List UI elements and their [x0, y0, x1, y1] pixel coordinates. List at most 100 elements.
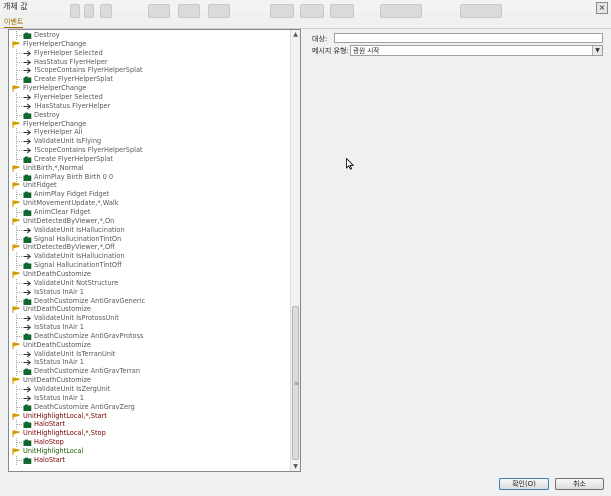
tree-connector	[16, 229, 22, 231]
tree-event-row[interactable]: UnitHighlightLocal,*,Start	[9, 412, 292, 421]
tree-row-label: UnitFidget	[23, 181, 57, 190]
condition-arrow-icon	[23, 315, 32, 322]
tree-child-row[interactable]: IsStatus InAir 1	[9, 287, 292, 297]
tree-connector	[16, 150, 22, 152]
tree-row-label: ValidateUnit IsTerranUnit	[34, 349, 116, 358]
tree-child-row[interactable]: AnimClear Fidget	[9, 208, 292, 217]
tree-child-row[interactable]: ValidateUnit IsProtossUnit	[9, 314, 292, 324]
tree-child-row[interactable]: !HasStatus FlyerHelper	[9, 101, 292, 111]
tree-event-row[interactable]: UnitDeathCustomize	[9, 341, 292, 350]
tree-row-label: UnitHighlightLocal,*,Stop	[23, 429, 106, 438]
tree-row-label: UnitHighlightLocal,*,Start	[23, 411, 107, 420]
tree-child-row[interactable]: Create FlyerHelperSplat	[9, 75, 292, 85]
tree-connector	[16, 212, 22, 213]
tree-connector	[16, 70, 22, 72]
tree-child-row[interactable]: FlyerHelper All	[9, 128, 292, 138]
scroll-up-arrow-icon[interactable]: ▲	[291, 30, 300, 39]
tree-child-row[interactable]: ValidateUnit IsFlying	[9, 137, 292, 147]
tree-child-row[interactable]: ValidateUnit IsHallucination	[9, 252, 292, 262]
tree-child-row[interactable]: ValidateUnit IsTerranUnit	[9, 349, 292, 359]
tree-event-row[interactable]: UnitFidget	[9, 181, 292, 190]
tree-row-label: DeathCustomize AntiGravTerran	[34, 367, 141, 376]
tree-child-row[interactable]: HaloStart	[9, 455, 292, 465]
tree-child-row[interactable]: AnimPlay Fidget Fidget	[9, 190, 292, 200]
tree-connector	[16, 105, 22, 107]
tree-child-row[interactable]: Signal HallucinationTintOn	[9, 234, 292, 244]
event-flag-icon	[12, 85, 20, 93]
tree-connector	[16, 256, 22, 258]
tree-event-row[interactable]: UnitHighlightLocal,*,Stop	[9, 429, 292, 438]
tree-row-label: !ScopeContains FlyerHelperSplat	[34, 66, 143, 75]
cancel-button[interactable]: 취소	[555, 478, 604, 490]
tree-child-row[interactable]: !ScopeContains FlyerHelperSplat	[9, 146, 292, 156]
tree-child-row[interactable]: FlyerHelper Selected	[9, 48, 292, 58]
tree-connector	[16, 397, 22, 399]
tree-connector	[16, 362, 22, 364]
tree-child-row[interactable]: FlyerHelper Selected	[9, 92, 292, 102]
tree-child-row[interactable]: IsStatus InAir 1	[9, 393, 292, 403]
tree-row-label: UnitBirth,*,Normal	[23, 163, 84, 172]
condition-arrow-icon	[23, 50, 32, 57]
tree-child-row[interactable]: HaloStop	[9, 438, 292, 448]
tree-child-row[interactable]: DeathCustomize AntiGravZerg	[9, 402, 292, 412]
tree-child-row[interactable]: IsStatus InAir 1	[9, 358, 292, 368]
tree-row-label: DeathCustomize AntiGravZerg	[34, 402, 135, 411]
tree-row-label: HaloStart	[34, 420, 65, 429]
tree-event-row[interactable]: UnitDetectedByViewer,*,On	[9, 217, 292, 226]
event-flag-icon	[12, 120, 20, 128]
tree-child-row[interactable]: HasStatus FlyerHelper	[9, 57, 292, 67]
tree-row-label: AnimPlay Birth Birth 0 0	[34, 172, 114, 181]
scroll-thumb[interactable]: ≡	[292, 306, 299, 460]
message-type-select[interactable]: 광원 시작 ▼	[350, 45, 603, 56]
tree-connector	[16, 318, 22, 320]
event-flag-icon	[12, 182, 20, 190]
tree-event-row[interactable]: UnitDetectedByViewer,*,Off	[9, 243, 292, 252]
tree-child-row[interactable]: IsStatus InAir 1	[9, 323, 292, 333]
tree-row-label: !HasStatus FlyerHelper	[34, 101, 111, 110]
tree-child-row[interactable]: DeathCustomize AntiGravTerran	[9, 367, 292, 377]
tree-event-row[interactable]: UnitMovementUpdate,*,Walk	[9, 199, 292, 208]
mouse-cursor-icon	[346, 158, 354, 170]
tree-event-row[interactable]: UnitDeathCustomize	[9, 376, 292, 385]
tree-connector	[16, 176, 22, 178]
tree-event-row[interactable]: UnitDeathCustomize	[9, 270, 292, 279]
tree-child-row[interactable]: ValidateUnit IsHallucination	[9, 225, 292, 235]
tree-child-row[interactable]: Destroy	[9, 31, 292, 40]
condition-arrow-icon	[23, 59, 32, 65]
tree-child-row[interactable]: !ScopeContains FlyerHelperSplat	[9, 66, 292, 76]
event-flag-icon	[12, 342, 20, 349]
tree-child-row[interactable]: DeathCustomize AntiGravProtoss	[9, 331, 292, 341]
tree-child-row[interactable]: Destroy	[9, 110, 292, 120]
event-tree[interactable]: Destroy FlyerHelperChange FlyerHelper Sele…	[9, 30, 292, 471]
tree-child-row[interactable]: ValidateUnit NotStructure	[9, 278, 292, 288]
tree-row-label: FlyerHelperChange	[23, 39, 87, 48]
tree-child-row[interactable]: Create FlyerHelperSplat	[9, 154, 292, 164]
tree-child-row[interactable]: Signal HallucinationTintOff	[9, 261, 292, 271]
tree-connector	[16, 389, 22, 390]
chevron-down-icon[interactable]: ▼	[592, 46, 602, 55]
message-type-label: 메시지 유형:	[312, 47, 349, 55]
tab-event[interactable]: 이벤트	[4, 17, 24, 28]
tree-event-row[interactable]: UnitDeathCustomize	[9, 305, 292, 314]
window-title: 개체 값	[3, 2, 28, 11]
tree-child-row[interactable]: ValidateUnit IsZergUnit	[9, 385, 292, 394]
tree-event-row[interactable]: FlyerHelperChange	[9, 84, 292, 93]
tree-child-row[interactable]: HaloStart	[9, 420, 292, 430]
title-bar: 개체 값 ×	[0, 0, 611, 18]
tree-row-label: UnitDeathCustomize	[23, 340, 91, 349]
target-input[interactable]	[334, 33, 603, 43]
tree-row-label: IsStatus InAir 1	[34, 393, 84, 402]
tree-child-row[interactable]: AnimPlay Birth Birth 0 0	[9, 172, 292, 182]
action-box-icon	[23, 404, 32, 411]
scroll-down-arrow-icon[interactable]: ▼	[291, 462, 300, 471]
tree-row-label: UnitDeathCustomize	[23, 305, 91, 314]
tree-child-row[interactable]: DeathCustomize AntiGravGeneric	[9, 296, 292, 306]
tree-event-row[interactable]: FlyerHelperChange	[9, 40, 292, 49]
tree-scrollbar[interactable]: ▲ ≡ ▼	[290, 30, 300, 471]
tree-event-row[interactable]: UnitHighlightLocal	[9, 447, 292, 456]
tree-event-row[interactable]: FlyerHelperChange	[9, 120, 292, 129]
tree-row-label: Signal HallucinationTintOn	[34, 234, 122, 243]
tree-row-label: !ScopeContains FlyerHelperSplat	[34, 146, 143, 155]
ok-button[interactable]: 확인(O)	[499, 478, 549, 490]
tree-event-row[interactable]: UnitBirth,*,Normal	[9, 164, 292, 173]
